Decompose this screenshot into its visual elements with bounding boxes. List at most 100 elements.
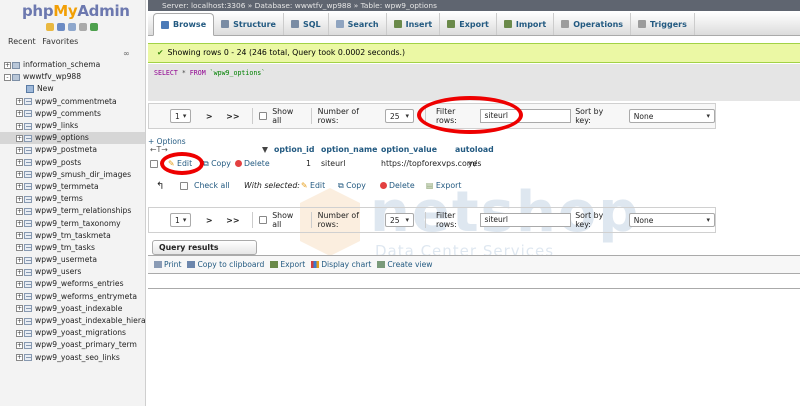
sidebar-item-wpw9-posts[interactable]: + wpw9_posts <box>0 157 145 169</box>
expand-icon[interactable]: + <box>4 61 11 69</box>
phpmyadmin-logo[interactable]: phpMyAdmin <box>22 2 130 20</box>
expand-icon[interactable]: + <box>16 341 23 349</box>
sidebar-item-wpw9-weforms-entrymeta[interactable]: + wpw9_weforms_entrymeta <box>0 291 145 303</box>
reload-icon[interactable] <box>90 23 98 31</box>
export-link[interactable]: Export <box>270 260 305 269</box>
sidebar-item-new[interactable]: New <box>0 83 145 95</box>
expand-icon[interactable]: + <box>16 317 23 325</box>
sidebar-item-wpw9-options[interactable]: + wpw9_options <box>0 132 145 145</box>
collapse-all-icon[interactable]: ∞ <box>123 49 130 58</box>
tab-insert[interactable]: Insert <box>387 13 441 35</box>
expand-icon[interactable]: + <box>16 256 23 264</box>
expand-icon[interactable]: + <box>16 110 23 118</box>
sidebar-item-wpw9-term-relationships[interactable]: + wpw9_term_relationships <box>0 205 145 217</box>
expand-icon[interactable]: + <box>16 159 23 167</box>
tab-triggers[interactable]: Triggers <box>631 13 695 35</box>
check-all-label[interactable]: Check all <box>194 181 230 190</box>
num-rows-select[interactable]: 25 ▾ <box>384 213 415 227</box>
expand-icon[interactable]: + <box>16 171 23 179</box>
column-arrows-icon[interactable]: ←T→ <box>150 145 168 154</box>
row-copy-link[interactable]: ⧉ Copy <box>203 159 231 169</box>
tab-browse[interactable]: Browse <box>153 13 215 36</box>
sidebar-item-wpw9-links[interactable]: + wpw9_links <box>0 120 145 132</box>
expand-icon[interactable]: + <box>16 183 23 191</box>
table-breadcrumb[interactable]: Table: wpw9_options <box>361 1 437 10</box>
collapse-icon[interactable]: - <box>4 73 11 81</box>
column-header-option-name[interactable]: option_name <box>321 145 377 154</box>
expand-icon[interactable]: + <box>16 146 23 154</box>
bulk-edit-button[interactable]: ✎ Edit <box>301 181 325 190</box>
sidebar-item-wpw9-yoast-indexable[interactable]: + wpw9_yoast_indexable <box>0 303 145 315</box>
tab-search[interactable]: Search <box>329 13 387 35</box>
bulk-delete-button[interactable]: Delete <box>380 181 415 190</box>
tab-import[interactable]: Import <box>497 13 555 35</box>
tab-structure[interactable]: Structure <box>214 13 284 35</box>
sidebar-item-wpw9-yoast-migrations[interactable]: + wpw9_yoast_migrations <box>0 327 145 339</box>
sort-by-key-select[interactable]: None ▾ <box>628 213 716 227</box>
sidebar-item-wpw9-tm-tasks[interactable]: + wpw9_tm_tasks <box>0 242 145 254</box>
copy-to-clipboard-link[interactable]: Copy to clipboard <box>187 260 264 269</box>
show-all-checkbox[interactable] <box>258 112 267 120</box>
home-icon[interactable] <box>46 23 54 31</box>
sort-dropdown-icon[interactable]: ▼ <box>262 145 268 154</box>
row-delete-link[interactable]: Delete <box>235 159 270 168</box>
database-breadcrumb[interactable]: Database: wwwtfv_wp988 <box>255 1 352 10</box>
show-all-checkbox[interactable] <box>258 216 267 224</box>
sidebar-item-wpw9-term-taxonomy[interactable]: + wpw9_term_taxonomy <box>0 217 145 229</box>
logout-icon[interactable] <box>57 23 65 31</box>
sidebar-item-wpw9-yoast-indexable-hiera[interactable]: + wpw9_yoast_indexable_hiera <box>0 315 145 327</box>
expand-icon[interactable]: + <box>16 122 23 130</box>
next-page-button[interactable]: > <box>203 112 216 121</box>
bulk-export-button[interactable]: ▤ Export <box>426 181 461 190</box>
expand-icon[interactable]: + <box>16 195 23 203</box>
bulk-copy-button[interactable]: ⧉ Copy <box>338 181 366 191</box>
tab-sql[interactable]: SQL <box>284 13 329 35</box>
check-all-checkbox[interactable] <box>180 182 188 190</box>
expand-icon[interactable]: + <box>16 244 23 252</box>
next-page-button[interactable]: > <box>203 216 216 225</box>
expand-icon[interactable]: + <box>16 220 23 228</box>
column-header-option-id[interactable]: option_id <box>274 145 314 154</box>
sidebar-item-wpw9-comments[interactable]: + wpw9_comments <box>0 108 145 120</box>
sidebar-item-wpw9-terms[interactable]: + wpw9_terms <box>0 193 145 205</box>
column-header-autoload[interactable]: autoload <box>455 145 494 154</box>
expand-icon[interactable]: + <box>16 354 23 362</box>
last-page-button[interactable]: >> <box>223 216 242 225</box>
sidebar-item-wpw9-commentmeta[interactable]: + wpw9_commentmeta <box>0 96 145 108</box>
expand-icon[interactable]: + <box>16 329 23 337</box>
expand-icon[interactable]: + <box>16 98 23 106</box>
favorites-tab[interactable]: Favorites <box>42 37 78 46</box>
expand-icon[interactable]: + <box>16 134 23 142</box>
sidebar-item-wwwtfv-wp988[interactable]: - wwwtfv_wp988 <box>0 71 145 83</box>
expand-icon[interactable]: + <box>16 268 23 276</box>
sort-by-key-select[interactable]: None ▾ <box>628 109 716 123</box>
column-header-option-value[interactable]: option_value <box>381 145 437 154</box>
tab-export[interactable]: Export <box>440 13 497 35</box>
sidebar-item-wpw9-yoast-seo-links[interactable]: + wpw9_yoast_seo_links <box>0 352 145 364</box>
sidebar-item-wpw9-tm-taskmeta[interactable]: + wpw9_tm_taskmeta <box>0 230 145 242</box>
recent-tab[interactable]: Recent <box>8 37 36 46</box>
expand-icon[interactable]: + <box>16 207 23 215</box>
expand-icon[interactable]: + <box>16 305 23 313</box>
sidebar-item-wpw9-yoast-primary-term[interactable]: + wpw9_yoast_primary_term <box>0 339 145 351</box>
filter-rows-input[interactable]: siteurl <box>480 213 572 227</box>
sidebar-item-wpw9-users[interactable]: + wpw9_users <box>0 266 145 278</box>
sidebar-item-wpw9-postmeta[interactable]: + wpw9_postmeta <box>0 144 145 156</box>
num-rows-select[interactable]: 25 ▾ <box>384 109 415 123</box>
sidebar-item-wpw9-weforms-entries[interactable]: + wpw9_weforms_entries <box>0 278 145 290</box>
display-chart-link[interactable]: Display chart <box>311 260 371 269</box>
settings-icon[interactable] <box>79 23 87 31</box>
expand-icon[interactable]: + <box>16 232 23 240</box>
create-view-link[interactable]: Create view <box>377 260 432 269</box>
docs-icon[interactable] <box>68 23 76 31</box>
sidebar-item-information-schema[interactable]: + information_schema <box>0 59 145 71</box>
row-checkbox[interactable] <box>150 160 158 168</box>
sidebar-item-wpw9-usermeta[interactable]: + wpw9_usermeta <box>0 254 145 266</box>
page-select[interactable]: 1 ▾ <box>169 109 192 123</box>
expand-icon[interactable]: + <box>16 280 23 288</box>
tab-operations[interactable]: Operations <box>554 13 632 35</box>
sidebar-item-wpw9-termmeta[interactable]: + wpw9_termmeta <box>0 181 145 193</box>
last-page-button[interactable]: >> <box>223 112 242 121</box>
page-select[interactable]: 1 ▾ <box>169 213 192 227</box>
print-link[interactable]: Print <box>154 260 181 269</box>
